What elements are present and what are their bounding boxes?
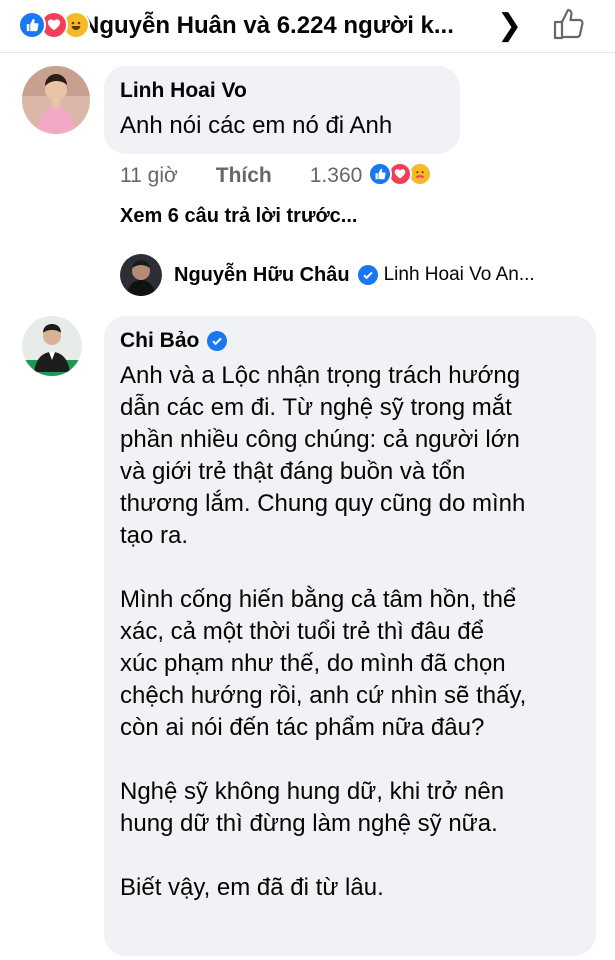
comment-line: và giới trẻ thật đáng buồn và tổn — [120, 458, 466, 485]
reaction-icons — [18, 11, 90, 39]
comment-line: Anh và a Lộc nhận trọng trách hướng — [120, 362, 521, 389]
comment-author[interactable]: Linh Hoai Vo — [120, 79, 247, 103]
avatar-linh-hoai-vo[interactable] — [22, 66, 90, 134]
comment-line: Biết vậy, em đã đi từ lâu. — [120, 874, 384, 901]
comment-line: tạo ra. — [120, 522, 189, 549]
comment-line: còn ai nói đến tác phẩm nữa đâu? — [120, 714, 485, 741]
comment-reaction-icons[interactable] — [368, 162, 434, 190]
comment-line: phần nhiều công chúng: cả người lớn — [120, 426, 520, 453]
like-reaction-icon — [368, 162, 393, 186]
comment-bubble-1[interactable]: Linh Hoai Vo Anh nói các em nó đi Anh — [104, 66, 460, 154]
header-divider — [0, 52, 615, 53]
comment-text: Anh nói các em nó đi Anh — [120, 112, 393, 139]
reply-preview-row[interactable]: Nguyễn Hữu Châu Linh Hoai Vo An... — [162, 252, 535, 298]
comment-line: Mình cống hiến bằng cả tâm hồn, thể — [120, 586, 517, 613]
verified-badge-icon — [207, 331, 228, 351]
chevron-right-icon[interactable]: ❯ — [497, 8, 522, 43]
comment-line: xúc phạm như thế, do mình đã chọn — [120, 650, 506, 677]
comment-line: Nghệ sỹ không hung dữ, khi trở nên — [120, 778, 505, 805]
comment-paragraph: Mình cống hiến bằng cả tâm hồn, thể xác,… — [120, 584, 526, 744]
reply-author[interactable]: Nguyễn Hữu Châu — [174, 264, 350, 287]
like-reaction-icon — [18, 11, 46, 39]
reactors-summary: Nguyễn Huân và 6.224 người k... — [82, 12, 454, 39]
comment-paragraph: Biết vậy, em đã đi từ lâu. — [120, 872, 526, 904]
thumbs-up-outline-icon[interactable] — [551, 6, 587, 42]
comment-author[interactable]: Chi Bảo — [120, 329, 199, 353]
comment-paragraph: Nghệ sỹ không hung dữ, khi trở nên hung … — [120, 776, 526, 840]
comment-body: Anh và a Lộc nhận trọng trách hướng dẫn … — [120, 360, 526, 904]
comment-bubble-2[interactable]: Chi Bảo Anh và a Lộc nhận trọng trách hư… — [104, 316, 596, 956]
view-previous-replies-link[interactable]: Xem 6 câu trả lời trước... — [120, 205, 357, 228]
comment-paragraph: Anh và a Lộc nhận trọng trách hướng dẫn … — [120, 360, 526, 552]
comment-line: hung dữ thì đừng làm nghệ sỹ nữa. — [120, 810, 498, 837]
avatar-chi-bao[interactable] — [22, 316, 82, 376]
reaction-count[interactable]: 1.360 — [310, 164, 363, 188]
reply-preview-text: Linh Hoai Vo An... — [383, 264, 535, 285]
comment-time: 11 giờ — [120, 164, 178, 187]
comment-line: thương lắm. Chung quy cũng do mình — [120, 490, 526, 517]
verified-badge-icon — [357, 265, 378, 285]
comment-line: xác, cả một thời tuổi trẻ thì đâu để — [120, 618, 484, 645]
comment-line: dẫn các em đi. Từ nghệ sỹ trong mắt — [120, 394, 512, 421]
avatar-nguyen-huu-chau[interactable] — [120, 254, 162, 296]
comment-1-meta: 11 giờ Thích 1.360 — [120, 161, 434, 191]
like-button[interactable]: Thích — [216, 164, 272, 188]
reactions-header[interactable]: Nguyễn Huân và 6.224 người k... ❯ — [0, 0, 615, 52]
comment-line: chệch hướng rồi, anh cứ nhìn sẽ thấy, — [120, 682, 527, 709]
